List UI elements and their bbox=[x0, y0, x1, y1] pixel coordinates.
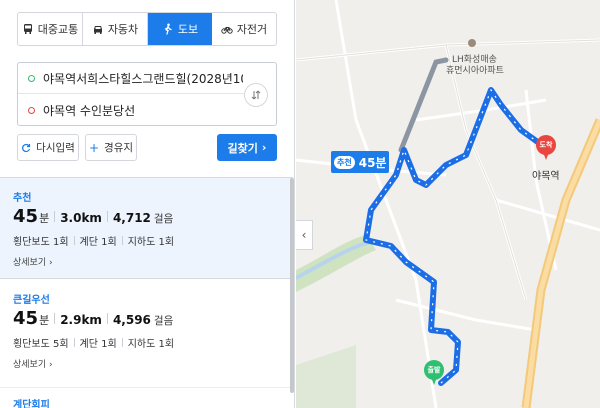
divider bbox=[121, 236, 123, 245]
route-minutes: 45 bbox=[13, 308, 39, 329]
underpass-count: 지하도 1회 bbox=[127, 339, 175, 350]
plus-icon: + bbox=[88, 140, 100, 155]
reset-label: 다시입력 bbox=[36, 142, 75, 154]
add-via-button[interactable]: + 경유지 bbox=[85, 134, 137, 161]
divider bbox=[73, 338, 75, 347]
tab-label: 자전거 bbox=[236, 23, 268, 36]
route-min-unit: 분 bbox=[39, 212, 50, 225]
tab-car[interactable]: 자동차 bbox=[83, 13, 148, 45]
route-type: 계단회피 bbox=[13, 400, 50, 408]
route-result-avoid-stairs[interactable]: 계단회피 bbox=[0, 387, 293, 408]
map-view[interactable]: LH화성매송 휴먼시아아파트 야목역 도착 출발 bbox=[296, 0, 600, 408]
route-distance: 3.0km bbox=[60, 211, 102, 225]
detail-link[interactable]: 상세보기 › bbox=[13, 255, 53, 268]
route-min-unit: 분 bbox=[39, 314, 50, 327]
route-summary: 45 분 2.9km 4,596 걸음 bbox=[13, 308, 173, 329]
route-distance: 2.9km bbox=[60, 313, 102, 327]
route-result-main-road[interactable]: 큰길우선 45 분 2.9km 4,596 걸음 횡단보도 5회 계단 1회 지… bbox=[0, 280, 293, 386]
pin-tail bbox=[543, 152, 549, 160]
find-route-button[interactable]: 길찾기 › bbox=[217, 134, 277, 161]
chevron-left-icon: ‹ bbox=[301, 228, 307, 242]
poi-label: 휴먼시아아파트 bbox=[446, 66, 504, 76]
action-buttons: 다시입력 + 경유지 길찾기 › bbox=[17, 134, 277, 161]
crosswalk-count: 횡단보도 1회 bbox=[13, 237, 69, 248]
route-type: 큰길우선 bbox=[13, 295, 50, 306]
swap-button[interactable] bbox=[244, 83, 268, 107]
divider bbox=[54, 313, 56, 324]
route-type: 추천 bbox=[13, 193, 32, 204]
map-canvas bbox=[296, 0, 600, 408]
stairs-count: 계단 1회 bbox=[79, 339, 117, 350]
station-label: 야목역 bbox=[532, 171, 560, 182]
badge-chip: 추천 bbox=[334, 155, 355, 169]
refresh-icon bbox=[22, 143, 31, 152]
route-steps: 4,596 bbox=[112, 313, 151, 327]
tab-label: 대중교통 bbox=[37, 23, 79, 36]
chevron-right-icon: › bbox=[261, 141, 267, 154]
route-facilities: 횡단보도 1회 계단 1회 지하도 1회 bbox=[13, 233, 174, 248]
detail-label: 상세보기 bbox=[13, 360, 47, 370]
route-panel: 대중교통 자동차 도보 자전거 야목역서희스타힐스그랜드힐(2028년10월예 … bbox=[0, 0, 295, 408]
route-minutes: 45 bbox=[13, 206, 39, 227]
tab-transit[interactable]: 대중교통 bbox=[18, 13, 83, 45]
car-icon bbox=[93, 26, 102, 34]
stairs-count: 계단 1회 bbox=[79, 237, 117, 248]
underpass-count: 지하도 1회 bbox=[127, 237, 175, 248]
detail-label: 상세보기 bbox=[13, 258, 47, 268]
tab-label: 자동차 bbox=[107, 23, 139, 36]
tab-walk[interactable]: 도보 bbox=[148, 13, 212, 45]
route-steps: 4,712 bbox=[112, 211, 151, 225]
poi-marker-icon bbox=[468, 39, 476, 47]
bicycle-icon bbox=[221, 27, 233, 34]
route-steps-unit: 걸음 bbox=[153, 315, 174, 327]
origin-dot-icon bbox=[28, 74, 35, 82]
route-inputs: 야목역서희스타힐스그랜드힐(2028년10월예 야목역 수인분당선 bbox=[17, 62, 277, 126]
destination-input[interactable]: 야목역 수인분당선 bbox=[43, 102, 243, 119]
transport-mode-tabs: 대중교통 자동차 도보 자전거 bbox=[17, 12, 277, 46]
route-steps-unit: 걸음 bbox=[153, 213, 174, 225]
detail-link[interactable]: 상세보기 › bbox=[13, 357, 53, 370]
divider bbox=[106, 211, 108, 222]
route-summary: 45 분 3.0km 4,712 걸음 bbox=[13, 206, 173, 227]
divider bbox=[54, 211, 56, 222]
divider bbox=[73, 236, 75, 245]
add-via-label: 경유지 bbox=[104, 142, 134, 154]
destination-dot-icon bbox=[28, 107, 35, 114]
origin-field[interactable]: 야목역서희스타힐스그랜드힐(2028년10월예 bbox=[18, 63, 244, 94]
divider bbox=[106, 313, 108, 324]
route-result-recommended[interactable]: 추천 45 분 3.0km 4,712 걸음 횡단보도 1회 계단 1회 지하도… bbox=[0, 177, 293, 279]
route-time-badge[interactable]: 추천 45분 bbox=[331, 151, 389, 173]
bus-icon bbox=[23, 24, 32, 34]
divider bbox=[121, 338, 123, 347]
destination-field[interactable]: 야목역 수인분당선 bbox=[18, 95, 244, 126]
results-scrollbar[interactable] bbox=[290, 178, 294, 393]
start-pin-label: 출발 bbox=[427, 366, 441, 374]
reset-button[interactable]: 다시입력 bbox=[17, 134, 79, 161]
collapse-panel-button[interactable]: ‹ bbox=[296, 220, 313, 250]
tab-bicycle[interactable]: 자전거 bbox=[212, 13, 276, 45]
pin-tail bbox=[431, 377, 437, 385]
walk-icon bbox=[164, 23, 172, 35]
tab-label: 도보 bbox=[177, 23, 199, 36]
crosswalk-count: 횡단보도 5회 bbox=[13, 339, 69, 350]
find-route-label: 길찾기 bbox=[227, 141, 258, 155]
route-facilities: 횡단보도 5회 계단 1회 지하도 1회 bbox=[13, 335, 174, 350]
origin-input[interactable]: 야목역서희스타힐스그랜드힐(2028년10월예 bbox=[43, 70, 243, 87]
swap-arrows-icon bbox=[251, 90, 261, 100]
origin-pin-icon[interactable]: 출발 bbox=[424, 360, 444, 386]
badge-time: 45분 bbox=[358, 155, 387, 170]
destination-pin-icon[interactable]: 도착 bbox=[536, 135, 556, 161]
end-pin-label: 도착 bbox=[539, 141, 553, 149]
